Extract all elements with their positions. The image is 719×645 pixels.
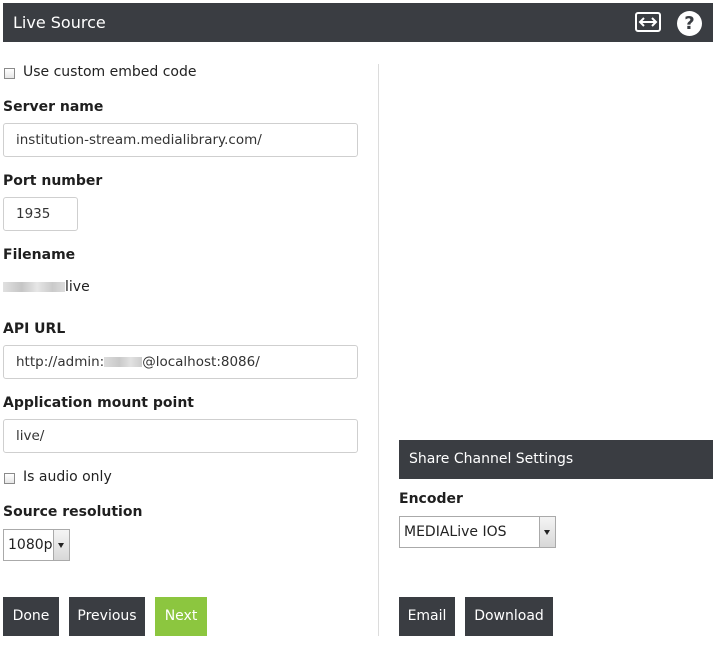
audio-only-label: Is audio only — [23, 469, 112, 485]
mount-point-input[interactable]: live/ — [3, 419, 358, 453]
api-url-input[interactable]: http://admin: @localhost:8086/ — [3, 345, 358, 379]
download-button[interactable]: Download — [465, 597, 553, 636]
title-bar: Live Source ? — [3, 3, 713, 42]
audio-only-checkbox[interactable] — [4, 473, 15, 484]
port-number-label: Port number — [3, 173, 103, 189]
expand-horizontal-icon[interactable] — [635, 12, 661, 32]
server-name-label: Server name — [3, 99, 104, 115]
source-resolution-label: Source resolution — [3, 504, 143, 520]
filename-suffix: live — [65, 279, 90, 295]
port-number-input[interactable]: 1935 — [3, 197, 78, 231]
source-resolution-select[interactable]: 1080p — [3, 529, 70, 561]
chevron-down-icon[interactable] — [53, 530, 69, 560]
window-title: Live Source — [13, 13, 106, 32]
custom-embed-label: Use custom embed code — [23, 64, 197, 80]
custom-embed-checkbox[interactable] — [4, 68, 15, 79]
source-resolution-value: 1080p — [8, 537, 53, 553]
filename-value: live — [3, 279, 90, 295]
previous-button[interactable]: Previous — [69, 597, 145, 636]
column-divider — [378, 64, 379, 636]
email-button[interactable]: Email — [399, 597, 455, 636]
chevron-down-icon[interactable] — [539, 517, 555, 547]
encoder-label: Encoder — [399, 491, 463, 507]
encoder-value: MEDIALive IOS — [404, 524, 507, 540]
api-url-label: API URL — [3, 321, 66, 337]
help-circle-icon[interactable]: ? — [677, 11, 702, 36]
api-url-suffix: @localhost:8086/ — [142, 354, 260, 370]
redacted-block — [3, 282, 65, 292]
next-button[interactable]: Next — [155, 597, 207, 636]
server-name-input[interactable]: institution-stream.medialibrary.com/ — [3, 123, 358, 157]
api-url-prefix: http://admin: — [16, 354, 105, 370]
share-channel-header: Share Channel Settings — [399, 440, 713, 479]
redacted-block — [104, 357, 143, 367]
mount-point-label: Application mount point — [3, 395, 194, 411]
filename-label: Filename — [3, 247, 76, 263]
encoder-select[interactable]: MEDIALive IOS — [399, 516, 556, 548]
done-button[interactable]: Done — [3, 597, 59, 636]
